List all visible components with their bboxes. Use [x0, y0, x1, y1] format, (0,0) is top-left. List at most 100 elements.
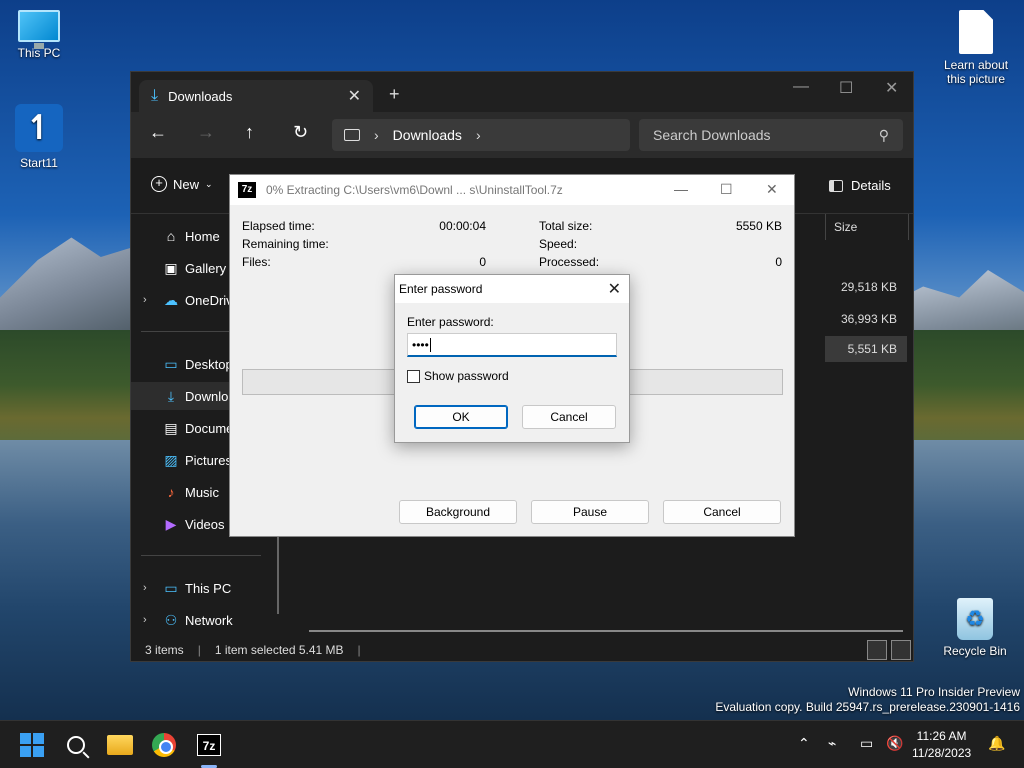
home-icon: ⌂	[166, 228, 176, 244]
taskbar: 7z ⌃ ⌁ ▭ 🔇 11:26 AM 11/28/2023 🔔	[0, 720, 1024, 768]
volume-muted-icon[interactable]: 🔇	[886, 735, 903, 752]
download-icon: ⤓	[151, 87, 159, 104]
password-value: ••••	[412, 338, 429, 352]
plus-circle-icon: +	[151, 176, 167, 192]
chevron-right-icon[interactable]: ›	[374, 127, 379, 143]
maximize-icon[interactable]: ☐	[720, 181, 733, 198]
horizontal-scrollbar[interactable]	[309, 630, 903, 632]
display-icon[interactable]: ▭	[860, 735, 873, 752]
address-bar[interactable]: › Downloads ›	[332, 119, 630, 151]
chevron-right-icon[interactable]: ›	[143, 582, 147, 594]
details-button[interactable]: Details	[829, 178, 891, 193]
sidebar-item-label: Network	[185, 612, 233, 628]
processed-label: Processed:	[539, 255, 600, 269]
chrome-taskbar-button[interactable]	[148, 729, 180, 761]
sidebar-item-network[interactable]: › ⚇ Network	[131, 606, 281, 634]
desktop-icon-label: Learn about this picture	[943, 58, 1009, 86]
file-explorer-taskbar-button[interactable]	[104, 729, 136, 761]
background-button[interactable]: Background	[399, 500, 517, 524]
clock-date: 11/28/2023	[912, 746, 972, 760]
folder-icon	[107, 735, 133, 755]
network-icon: ⚇	[164, 611, 178, 628]
item-count: 3 items	[145, 643, 184, 657]
details-view-icon[interactable]	[867, 640, 887, 660]
back-arrow-icon[interactable]: ←	[149, 122, 167, 143]
column-header-size[interactable]: Size	[825, 214, 909, 240]
7zip-taskbar-button[interactable]: 7z	[193, 729, 225, 761]
chevron-up-icon[interactable]: ⌃	[798, 735, 810, 752]
close-icon[interactable]: ✕	[608, 279, 621, 299]
up-arrow-icon[interactable]: ↑	[245, 122, 254, 143]
refresh-icon[interactable]: ↻	[293, 122, 308, 143]
network-off-icon[interactable]: ⌁	[828, 735, 836, 752]
status-separator: |	[197, 643, 201, 657]
sidebar-divider	[141, 555, 261, 556]
remaining-label: Remaining time:	[242, 237, 329, 251]
minimize-icon[interactable]: —	[674, 181, 688, 197]
search-button[interactable]	[60, 729, 92, 761]
chrome-icon	[152, 733, 176, 757]
ok-button[interactable]: OK	[414, 405, 508, 429]
chevron-right-icon[interactable]: ›	[143, 294, 147, 306]
desktop-icon-label: Start11	[20, 156, 58, 170]
processed-value: 0	[775, 255, 782, 269]
search-input[interactable]: Search Downloads ⚲	[639, 119, 903, 151]
computer-icon	[18, 10, 60, 49]
7zip-icon: 7z	[197, 734, 221, 756]
videos-icon: ▶	[165, 515, 177, 532]
pause-button[interactable]: Pause	[531, 500, 649, 524]
forward-arrow-icon[interactable]: →	[197, 122, 215, 143]
file-size-cell[interactable]: 29,518 KB	[825, 274, 907, 300]
new-button[interactable]: + New ⌄	[151, 176, 213, 192]
password-input[interactable]: ••••	[407, 333, 617, 357]
sidebar-item-label: This PC	[185, 580, 232, 596]
view-toggle	[867, 640, 911, 660]
maximize-icon[interactable]: ☐	[839, 78, 853, 98]
desktop-icon-this-pc[interactable]: This PC	[4, 10, 74, 60]
tab-downloads[interactable]: ⤓ Downloads ✕	[139, 80, 373, 112]
windows-logo-icon	[20, 733, 44, 757]
music-icon: ♪	[167, 484, 175, 500]
start11-icon: ↿	[15, 104, 63, 152]
address-segment[interactable]: Downloads	[393, 127, 462, 143]
sidebar-item-label: Pictures	[185, 452, 232, 468]
minimize-icon[interactable]: —	[793, 78, 809, 96]
document-icon	[959, 10, 993, 54]
clock[interactable]: 11:26 AM 11/28/2023	[912, 728, 971, 762]
cloud-icon: ☁	[164, 291, 178, 308]
text-cursor	[429, 338, 431, 352]
sidebar-item-this-pc[interactable]: › ▭ This PC	[131, 574, 281, 602]
close-icon[interactable]: ✕	[885, 78, 898, 98]
navigation-bar: ← → ↑ ↻ › Downloads › Search Downloads ⚲	[131, 112, 913, 158]
desktop-icon-start11[interactable]: ↿ Start11	[4, 104, 74, 170]
speed-label: Speed:	[539, 237, 578, 251]
status-separator: |	[357, 643, 361, 657]
close-icon[interactable]: ✕	[766, 181, 778, 198]
new-label: New	[173, 176, 200, 192]
desktop-icon: ▭	[164, 355, 178, 372]
chevron-right-icon[interactable]: ›	[143, 614, 147, 626]
document-icon: ▤	[164, 419, 178, 436]
file-size-cell[interactable]: 36,993 KB	[825, 306, 907, 332]
notification-bell-icon[interactable]: 🔔	[988, 735, 1005, 752]
cancel-button[interactable]: Cancel	[522, 405, 616, 429]
sidebar-item-label: Gallery	[185, 260, 227, 276]
chevron-right-icon[interactable]: ›	[476, 127, 481, 143]
password-label: Enter password:	[407, 315, 494, 329]
close-tab-icon[interactable]: ✕	[348, 86, 361, 106]
new-tab-button[interactable]: +	[389, 84, 400, 105]
file-size-cell[interactable]: 5,551 KB	[825, 336, 907, 362]
cancel-extract-button[interactable]: Cancel	[663, 500, 781, 524]
selection-info: 1 item selected 5.41 MB	[214, 643, 344, 657]
start-button[interactable]	[16, 729, 48, 761]
show-password-checkbox[interactable]: Show password	[407, 369, 509, 383]
dialog-title: 0% Extracting C:\Users\vm6\Downl ... s\U…	[266, 183, 563, 197]
checkbox-box[interactable]	[407, 369, 420, 383]
chevron-down-icon: ⌄	[205, 178, 213, 189]
desktop-icon-recycle-bin[interactable]: ♻ Recycle Bin	[940, 598, 1010, 658]
search-placeholder: Search Downloads	[653, 127, 771, 143]
tiles-view-icon[interactable]	[891, 640, 911, 660]
watermark-line: Windows 11 Pro Insider Preview	[848, 685, 1020, 699]
watermark-line: Evaluation copy. Build 25947.rs_prerelea…	[715, 700, 1020, 714]
desktop-icon-learn-picture[interactable]: Learn about this picture	[936, 10, 1016, 86]
